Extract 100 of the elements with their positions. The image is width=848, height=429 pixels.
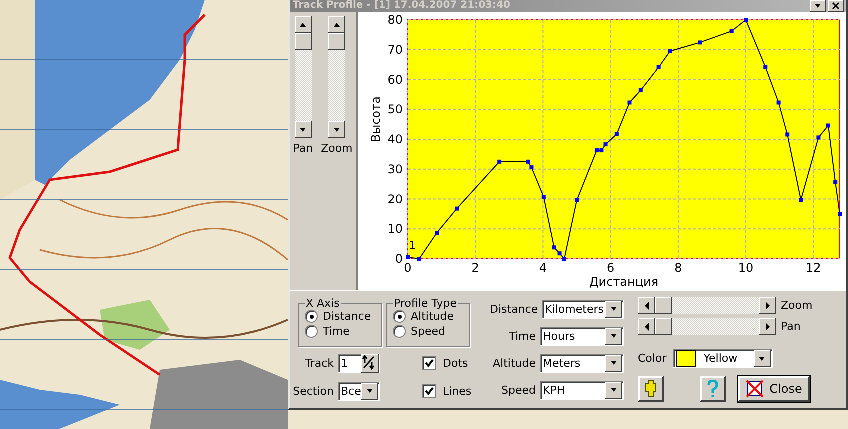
down-arrow-icon xyxy=(758,354,766,362)
scrollbar-label: Zoom xyxy=(781,299,813,312)
data-point xyxy=(816,136,821,140)
scroll-down-button[interactable] xyxy=(328,121,346,138)
data-point xyxy=(730,29,734,34)
dropdown-button[interactable] xyxy=(605,354,622,372)
up-arrow-icon xyxy=(299,20,308,28)
down-arrow-icon xyxy=(299,126,308,134)
scroll-up-button[interactable] xyxy=(294,16,312,33)
left-arrow-icon xyxy=(642,322,650,330)
checkbox-label: Lines xyxy=(443,384,472,398)
help-icon xyxy=(707,380,719,398)
down-arrow-icon xyxy=(610,386,618,394)
scrollbar-thumb[interactable] xyxy=(655,297,672,314)
y-axis-title: Высота xyxy=(369,96,383,142)
dropdown-button[interactable] xyxy=(605,300,622,318)
scroll-right-button[interactable] xyxy=(759,318,776,335)
dropdown[interactable]: KPH xyxy=(540,380,624,400)
radio-label: Altitude xyxy=(411,310,454,323)
right-arrow-icon xyxy=(764,302,772,310)
close-window-icon xyxy=(746,380,764,398)
scroll-down-button[interactable] xyxy=(294,121,312,138)
scroll-left-button[interactable] xyxy=(638,297,655,314)
checkbox-label: Dots xyxy=(443,356,468,370)
data-point xyxy=(826,124,830,128)
scroll-right-button[interactable] xyxy=(759,297,776,314)
radio-button[interactable] xyxy=(305,325,318,338)
scrollbar-label: Pan xyxy=(781,320,801,333)
scrollbar-thumb[interactable] xyxy=(655,318,672,335)
radio-button[interactable] xyxy=(393,325,406,338)
field-label: Color xyxy=(638,352,667,365)
scroll-up-button[interactable] xyxy=(328,16,346,33)
radio-label: Speed xyxy=(411,325,446,338)
down-arrow-icon xyxy=(366,387,374,395)
data-point xyxy=(656,66,661,70)
data-point xyxy=(435,231,440,235)
data-point xyxy=(834,180,838,185)
track-number-label: 1 xyxy=(409,239,416,252)
dropdown-button[interactable] xyxy=(361,382,378,400)
y-tick-label: 30 xyxy=(388,162,403,176)
right-arrow-icon xyxy=(764,322,772,330)
data-point xyxy=(552,246,556,250)
figure-button[interactable] xyxy=(638,376,664,402)
help-button[interactable] xyxy=(700,376,726,402)
field-label: Time xyxy=(509,330,536,342)
field-label: Section xyxy=(293,384,334,398)
x-tick-label: 12 xyxy=(806,261,822,275)
left-arrow-icon xyxy=(642,302,650,310)
data-point xyxy=(786,132,790,137)
scrollbar-thumb[interactable] xyxy=(294,33,312,50)
scroll-left-button[interactable] xyxy=(638,318,655,335)
data-point xyxy=(406,256,410,260)
x-axis-title: Дистанция xyxy=(589,275,659,289)
field-label: Track xyxy=(305,356,334,370)
x-tick-label: 2 xyxy=(472,261,480,275)
dropdown-button[interactable] xyxy=(754,350,771,367)
dropdown[interactable]: Kilometers xyxy=(542,300,624,318)
data-point xyxy=(614,132,619,136)
vertical-scrollbar[interactable] xyxy=(328,16,346,138)
x-tick-label: 10 xyxy=(738,261,754,275)
horizontal-scrollbar[interactable] xyxy=(638,318,776,335)
vertical-scrollbar[interactable] xyxy=(294,16,312,138)
y-tick-label: 10 xyxy=(388,222,403,236)
radio-button[interactable] xyxy=(393,310,406,323)
radio-button[interactable] xyxy=(305,310,318,323)
field-label: Speed xyxy=(502,384,536,396)
dropdown-button[interactable] xyxy=(605,328,622,344)
close-button[interactable] xyxy=(828,0,844,12)
window-title: Track Profile - [1] 17.04.2007 21:03:40 xyxy=(293,0,512,12)
data-point xyxy=(799,198,804,202)
scrollbar-label: Pan xyxy=(293,142,314,155)
scrollbar-thumb[interactable] xyxy=(328,33,346,50)
horizontal-scrollbar[interactable] xyxy=(638,297,776,314)
track-spin-field[interactable]: 1 xyxy=(338,354,380,372)
y-tick-label: 20 xyxy=(388,192,403,206)
group-title: X Axis xyxy=(305,297,341,310)
spin-icon[interactable] xyxy=(361,354,379,372)
scrollbar-label: Zoom xyxy=(321,142,353,155)
dropdown[interactable]: Все xyxy=(338,382,380,400)
data-point xyxy=(526,160,530,164)
down-arrow-icon xyxy=(332,126,341,134)
dropdown-button[interactable] xyxy=(605,382,622,398)
close-icon xyxy=(832,2,840,10)
y-tick-label: 50 xyxy=(388,102,403,117)
dropdown[interactable]: Hours xyxy=(540,326,624,346)
y-tick-label: 80 xyxy=(388,13,403,27)
y-tick-label: 0 xyxy=(395,252,403,266)
dropdown[interactable]: Meters xyxy=(540,354,624,372)
checkbox[interactable] xyxy=(422,384,436,398)
checkbox[interactable] xyxy=(422,356,436,370)
close-button[interactable]: Close xyxy=(738,376,810,402)
color-dropdown[interactable]: Yellow xyxy=(672,349,773,368)
field-label: Altitude xyxy=(493,356,536,370)
data-point xyxy=(776,100,781,105)
down-arrow-icon xyxy=(610,332,618,340)
minimize-button[interactable] xyxy=(810,0,826,12)
data-point xyxy=(604,142,608,147)
field-label: Distance xyxy=(490,302,538,316)
data-point xyxy=(530,166,534,170)
data-point xyxy=(668,49,672,54)
